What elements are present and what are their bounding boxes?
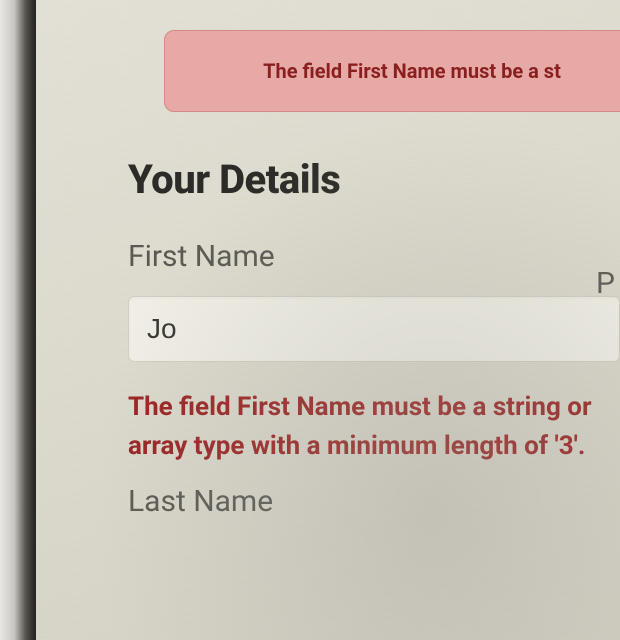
first-name-error: The field First Name must be a string or… [128,388,598,466]
first-name-input[interactable] [128,296,620,362]
first-name-label: First Name [128,239,620,274]
form-col-first-name: First Name The field First Name must be … [128,239,620,541]
screen-area: The field First Name must be a st Your D… [36,0,620,640]
form-content: The field First Name must be a st Your D… [36,0,620,541]
last-name-label: Last Name [128,484,620,519]
validation-alert-banner: The field First Name must be a st [164,30,620,112]
form-row-name: First Name The field First Name must be … [128,239,620,541]
device-bezel [0,0,36,640]
section-title-your-details: Your Details [128,156,620,203]
